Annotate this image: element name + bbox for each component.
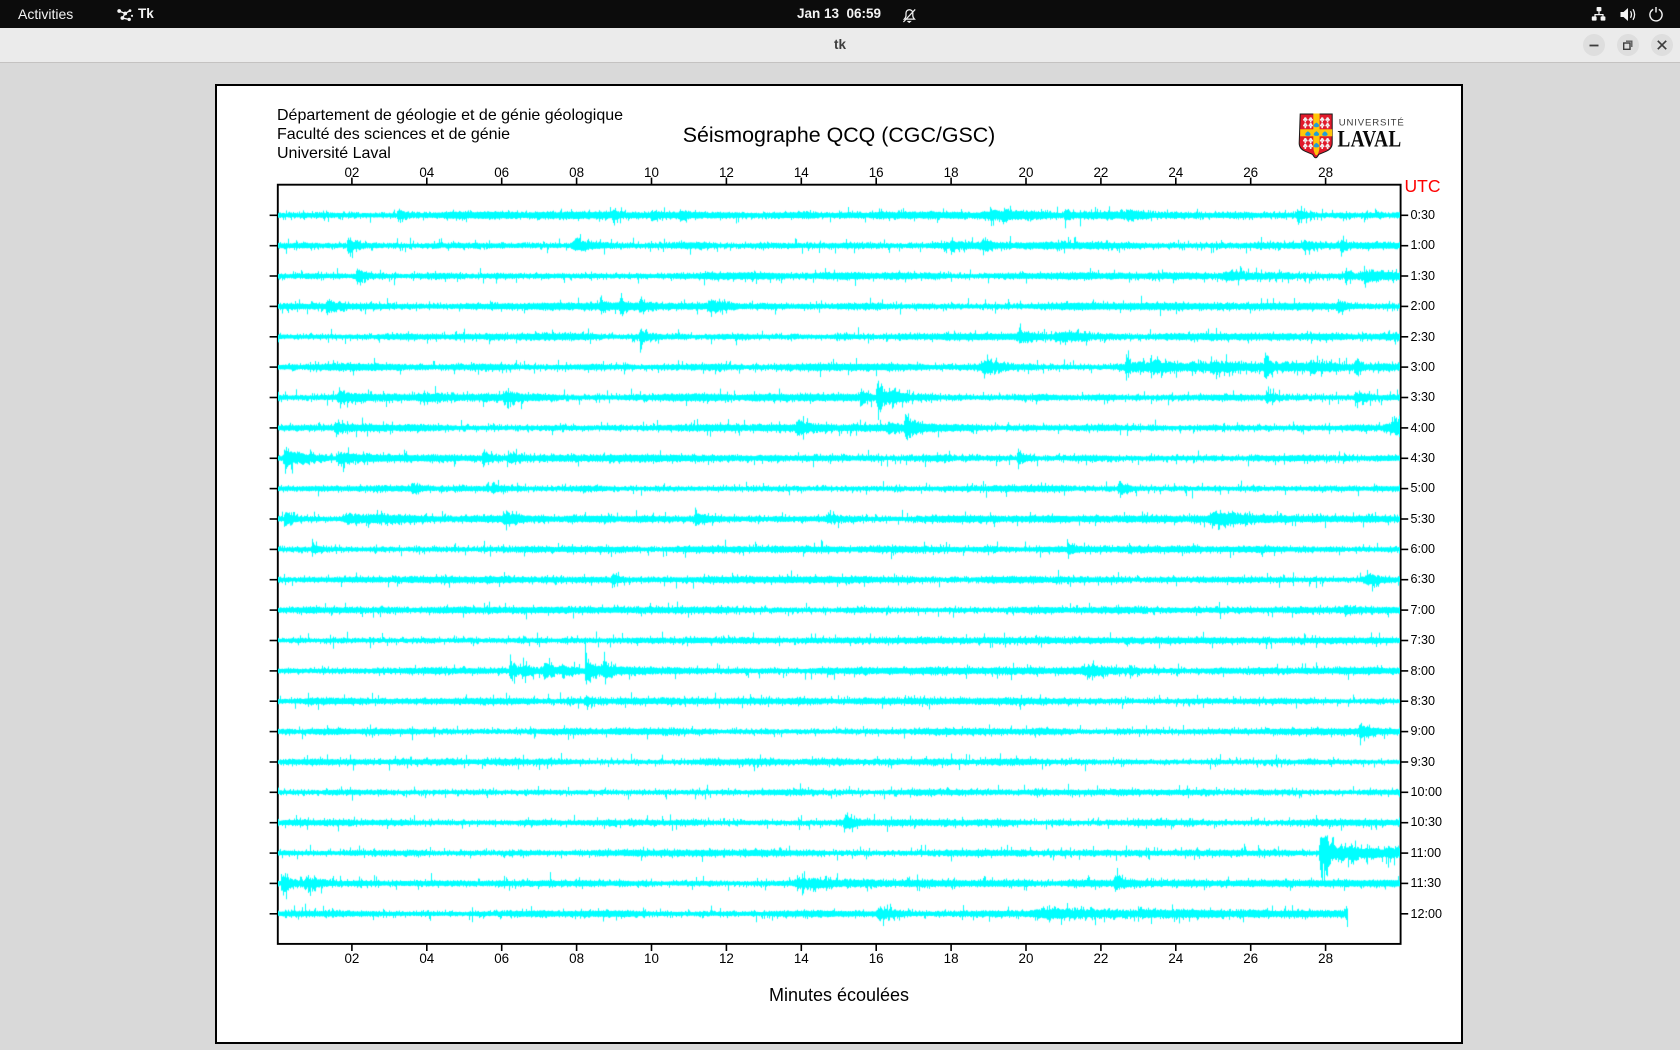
svg-text:LAVAL: LAVAL xyxy=(1338,127,1402,153)
